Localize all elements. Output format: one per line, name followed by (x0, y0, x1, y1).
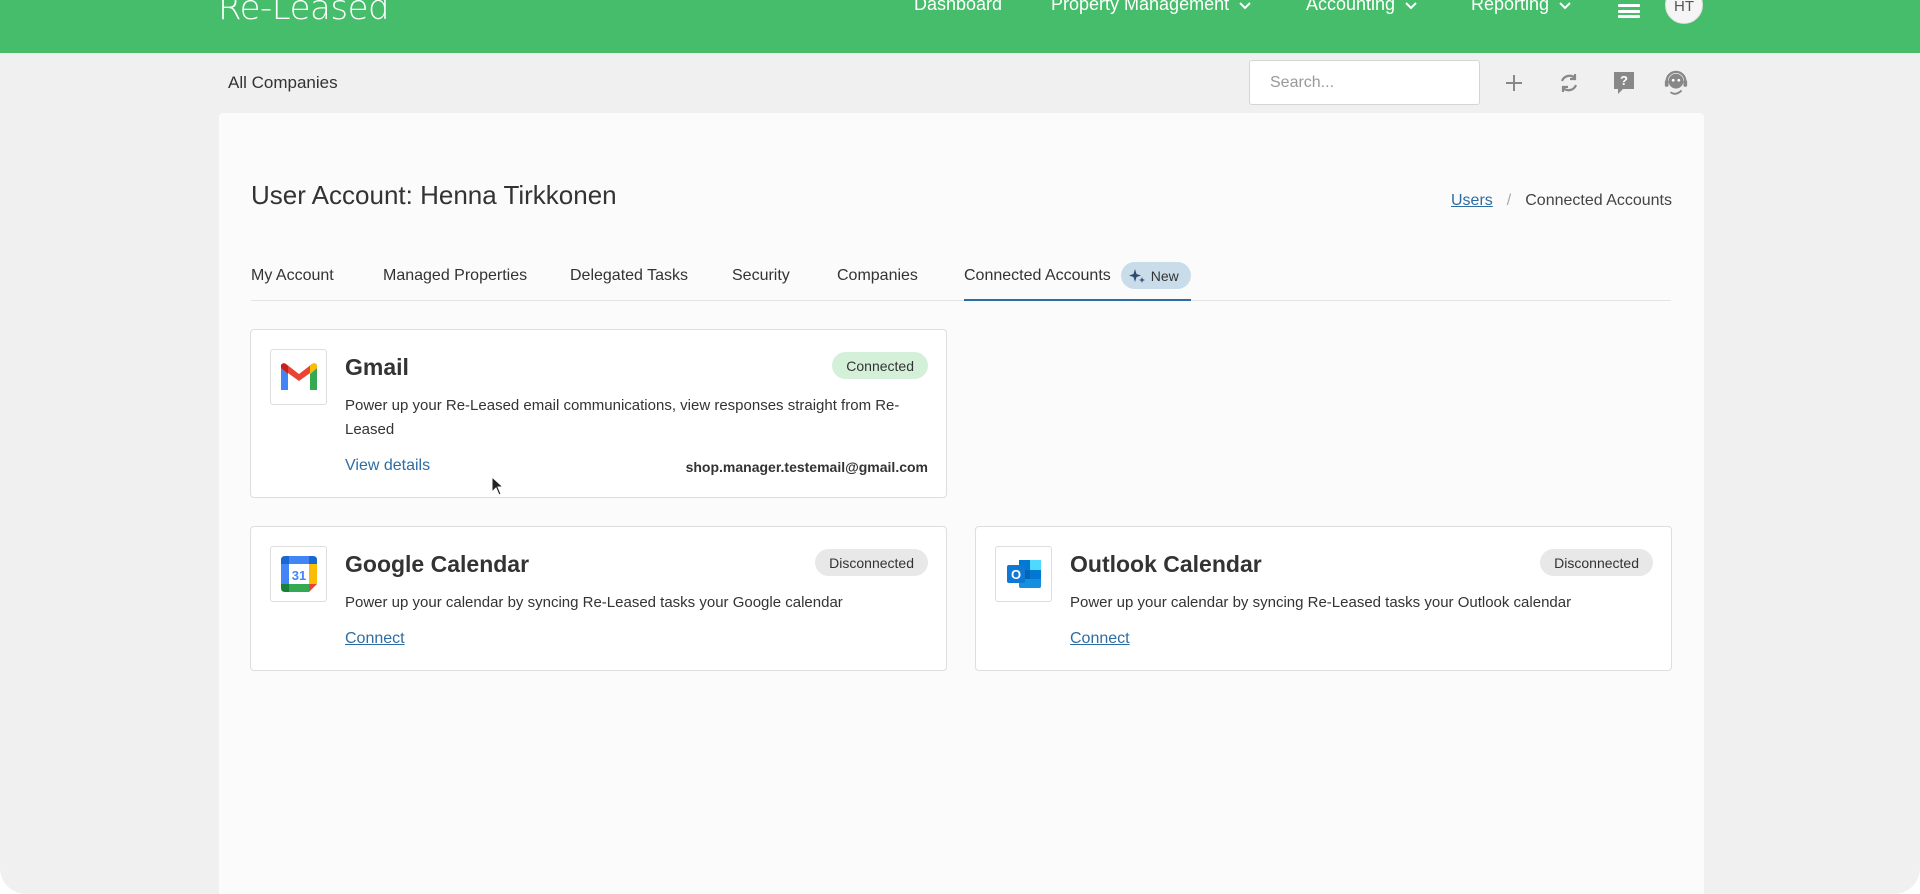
support-agent-icon[interactable] (1663, 70, 1689, 96)
nav-property-management[interactable]: Property Management (1051, 0, 1251, 15)
tab-my-account[interactable]: My Account (251, 259, 334, 301)
gmail-card: Gmail Connected Power up your Re-Leased … (250, 329, 947, 498)
connected-email: shop.manager.testemail@gmail.com (685, 459, 928, 475)
chevron-down-icon (1239, 1, 1251, 9)
company-selector[interactable]: All Companies (228, 73, 338, 93)
page-title: User Account: Henna Tirkkonen (251, 180, 617, 210)
nav-reporting-label: Reporting (1471, 0, 1550, 14)
tab-companies[interactable]: Companies (837, 259, 918, 301)
tab-security[interactable]: Security (732, 259, 790, 301)
nav-reporting[interactable]: Reporting (1471, 0, 1571, 15)
nav-dashboard[interactable]: Dashboard (914, 0, 1002, 15)
new-badge: New (1120, 262, 1191, 289)
tab-delegated-tasks[interactable]: Delegated Tasks (570, 259, 688, 301)
nav-dashboard-label: Dashboard (914, 0, 1003, 14)
tab-managed-properties[interactable]: Managed Properties (383, 259, 527, 301)
gmail-title: Gmail (345, 354, 409, 380)
google-calendar-card: 31 Google Calendar Disconnected Power up… (250, 526, 947, 671)
google-calendar-title: Google Calendar (345, 551, 530, 577)
account-tabs: My Account Managed Properties Delegated … (251, 259, 1671, 301)
tab-connected-accounts[interactable]: Connected Accounts New (964, 259, 1191, 301)
menu-icon[interactable] (1618, 4, 1640, 18)
outlook-calendar-card: O Outlook Calendar Disconnected Power up… (975, 526, 1672, 671)
tab-connected-accounts-label: Connected Accounts (964, 267, 1111, 284)
outlook-letter: O (1010, 567, 1020, 582)
sparkle-icon (1128, 268, 1145, 283)
status-badge: Connected (832, 352, 928, 379)
google-calendar-description: Power up your calendar by syncing Re-Lea… (345, 594, 843, 611)
search-input[interactable] (1249, 60, 1480, 105)
status-badge: Disconnected (815, 549, 928, 576)
outlook-calendar-description: Power up your calendar by syncing Re-Lea… (1070, 594, 1572, 611)
outlook-calendar-title: Outlook Calendar (1070, 551, 1262, 577)
svg-text:?: ? (1620, 73, 1628, 88)
top-navbar: Re-Leased Dashboard Property Management … (0, 0, 1920, 53)
breadcrumb-current: Connected Accounts (1525, 192, 1672, 209)
chevron-down-icon (1559, 1, 1571, 9)
nav-property-management-label: Property Management (1051, 0, 1230, 14)
new-badge-label: New (1150, 267, 1179, 284)
google-calendar-icon: 31 (270, 546, 327, 602)
connect-google-calendar-link[interactable]: Connect (345, 630, 405, 648)
avatar[interactable]: HT (1665, 0, 1703, 24)
outlook-icon: O (995, 546, 1052, 602)
add-icon[interactable] (1501, 70, 1527, 96)
breadcrumb-separator: / (1506, 192, 1512, 209)
mouse-cursor-icon (491, 476, 505, 496)
app-frame: Re-Leased Dashboard Property Management … (0, 0, 1920, 894)
calendar-date-label: 31 (291, 568, 305, 583)
logo[interactable]: Re-Leased (218, 0, 390, 28)
connect-outlook-calendar-link[interactable]: Connect (1070, 630, 1130, 648)
view-details-link[interactable]: View details (345, 457, 430, 475)
nav-accounting-label: Accounting (1306, 0, 1396, 14)
nav-accounting[interactable]: Accounting (1306, 0, 1417, 15)
status-badge: Disconnected (1540, 549, 1653, 576)
breadcrumb: Users / Connected Accounts (1451, 192, 1672, 210)
refresh-icon[interactable] (1556, 70, 1582, 96)
chevron-down-icon (1405, 1, 1417, 9)
gmail-description: Power up your Re-Leased email communicat… (345, 397, 900, 438)
help-icon[interactable]: ? (1611, 70, 1637, 96)
breadcrumb-users-link[interactable]: Users (1451, 192, 1493, 210)
main-panel: User Account: Henna Tirkkonen Users / Co… (219, 113, 1704, 894)
gmail-icon (270, 349, 327, 405)
